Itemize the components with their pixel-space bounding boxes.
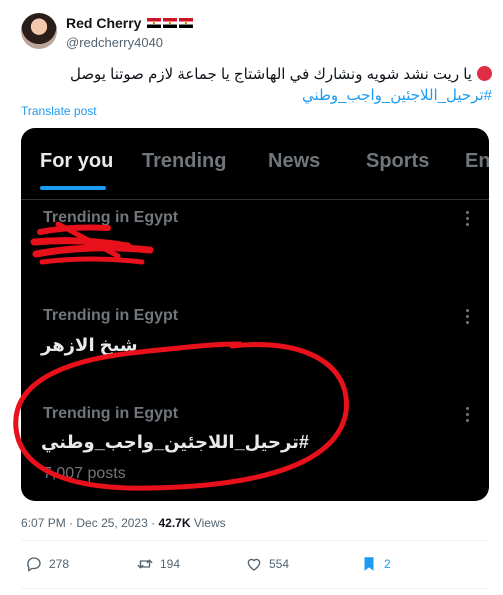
repost-icon <box>137 559 153 569</box>
post-time[interactable]: 6:07 PM <box>21 516 66 530</box>
tweet-body: يا ريت نشد شويه ونشارك في الهاشتاج يا جم… <box>69 66 472 83</box>
tab-entertainment: Ent <box>465 150 489 172</box>
tab-trending: Trending <box>142 150 227 172</box>
more-options-icon <box>466 211 470 229</box>
egypt-flag-icon <box>147 18 162 28</box>
tweet-text-line: يا ريت نشد شويه ونشارك في الهاشتاج يا جم… <box>69 64 492 85</box>
views-label: Views <box>193 516 226 530</box>
divider <box>21 588 489 589</box>
more-options-icon <box>466 309 470 327</box>
repost-count: 194 <box>160 557 181 571</box>
trend-context: Trending in Egypt <box>43 209 179 226</box>
explore-tabs: For you Trending News Sports Ent <box>21 128 489 200</box>
reply-icon <box>27 557 41 572</box>
author-handle[interactable]: @redcherry4040 <box>66 35 163 50</box>
divider <box>21 540 489 541</box>
like-button[interactable]: 554 <box>245 555 289 573</box>
bookmark-icon <box>364 557 374 571</box>
flag-emojis <box>147 18 194 28</box>
attached-image[interactable]: For you Trending News Sports Ent Trendin… <box>21 128 489 501</box>
trend-title: شيخ الازهر <box>41 335 138 355</box>
trend-title: #ترحيل_اللاجئين_واجب_وطني <box>41 432 309 452</box>
more-options-icon <box>466 407 470 425</box>
egypt-flag-icon <box>179 18 194 28</box>
tab-sports: Sports <box>366 150 430 172</box>
trend-context: Trending in Egypt <box>43 405 179 422</box>
heart-icon <box>247 558 261 571</box>
view-count: 42.7K <box>158 516 191 530</box>
reply-count: 278 <box>49 557 70 571</box>
tab-for-you: For you <box>40 150 114 172</box>
red-circle-icon <box>477 66 492 81</box>
translate-post-link[interactable]: Translate post <box>21 104 97 118</box>
tweet-text-line: #ترحيل_اللاجئين_واجب_وطني <box>72 85 492 106</box>
post-date[interactable]: Dec 25, 2023 <box>76 516 147 530</box>
hashtag-link[interactable]: #ترحيل_اللاجئين_واجب_وطني <box>302 87 492 104</box>
trend-post-count: 7,007 posts <box>43 465 126 482</box>
bookmark-count: 2 <box>384 557 391 571</box>
egypt-flag-icon <box>163 18 178 28</box>
reply-button[interactable]: 278 <box>25 555 69 573</box>
tab-news: News <box>268 150 321 172</box>
author-name-row: Red Cherry <box>66 15 194 31</box>
bookmark-button[interactable]: 2 <box>360 555 391 573</box>
tweet-text: يا ريت نشد شويه ونشارك في الهاشتاج يا جم… <box>69 64 492 106</box>
tweet-meta: 6:07 PM · Dec 25, 2023 · 42.7K Views <box>21 516 226 530</box>
trend-context: Trending in Egypt <box>43 307 179 324</box>
like-count: 554 <box>269 557 290 571</box>
author-display-name[interactable]: Red Cherry <box>66 15 141 31</box>
action-bar: 278 194 554 2 <box>0 552 503 576</box>
avatar[interactable] <box>21 13 57 49</box>
repost-button[interactable]: 194 <box>136 555 180 573</box>
active-tab-indicator <box>40 186 106 190</box>
